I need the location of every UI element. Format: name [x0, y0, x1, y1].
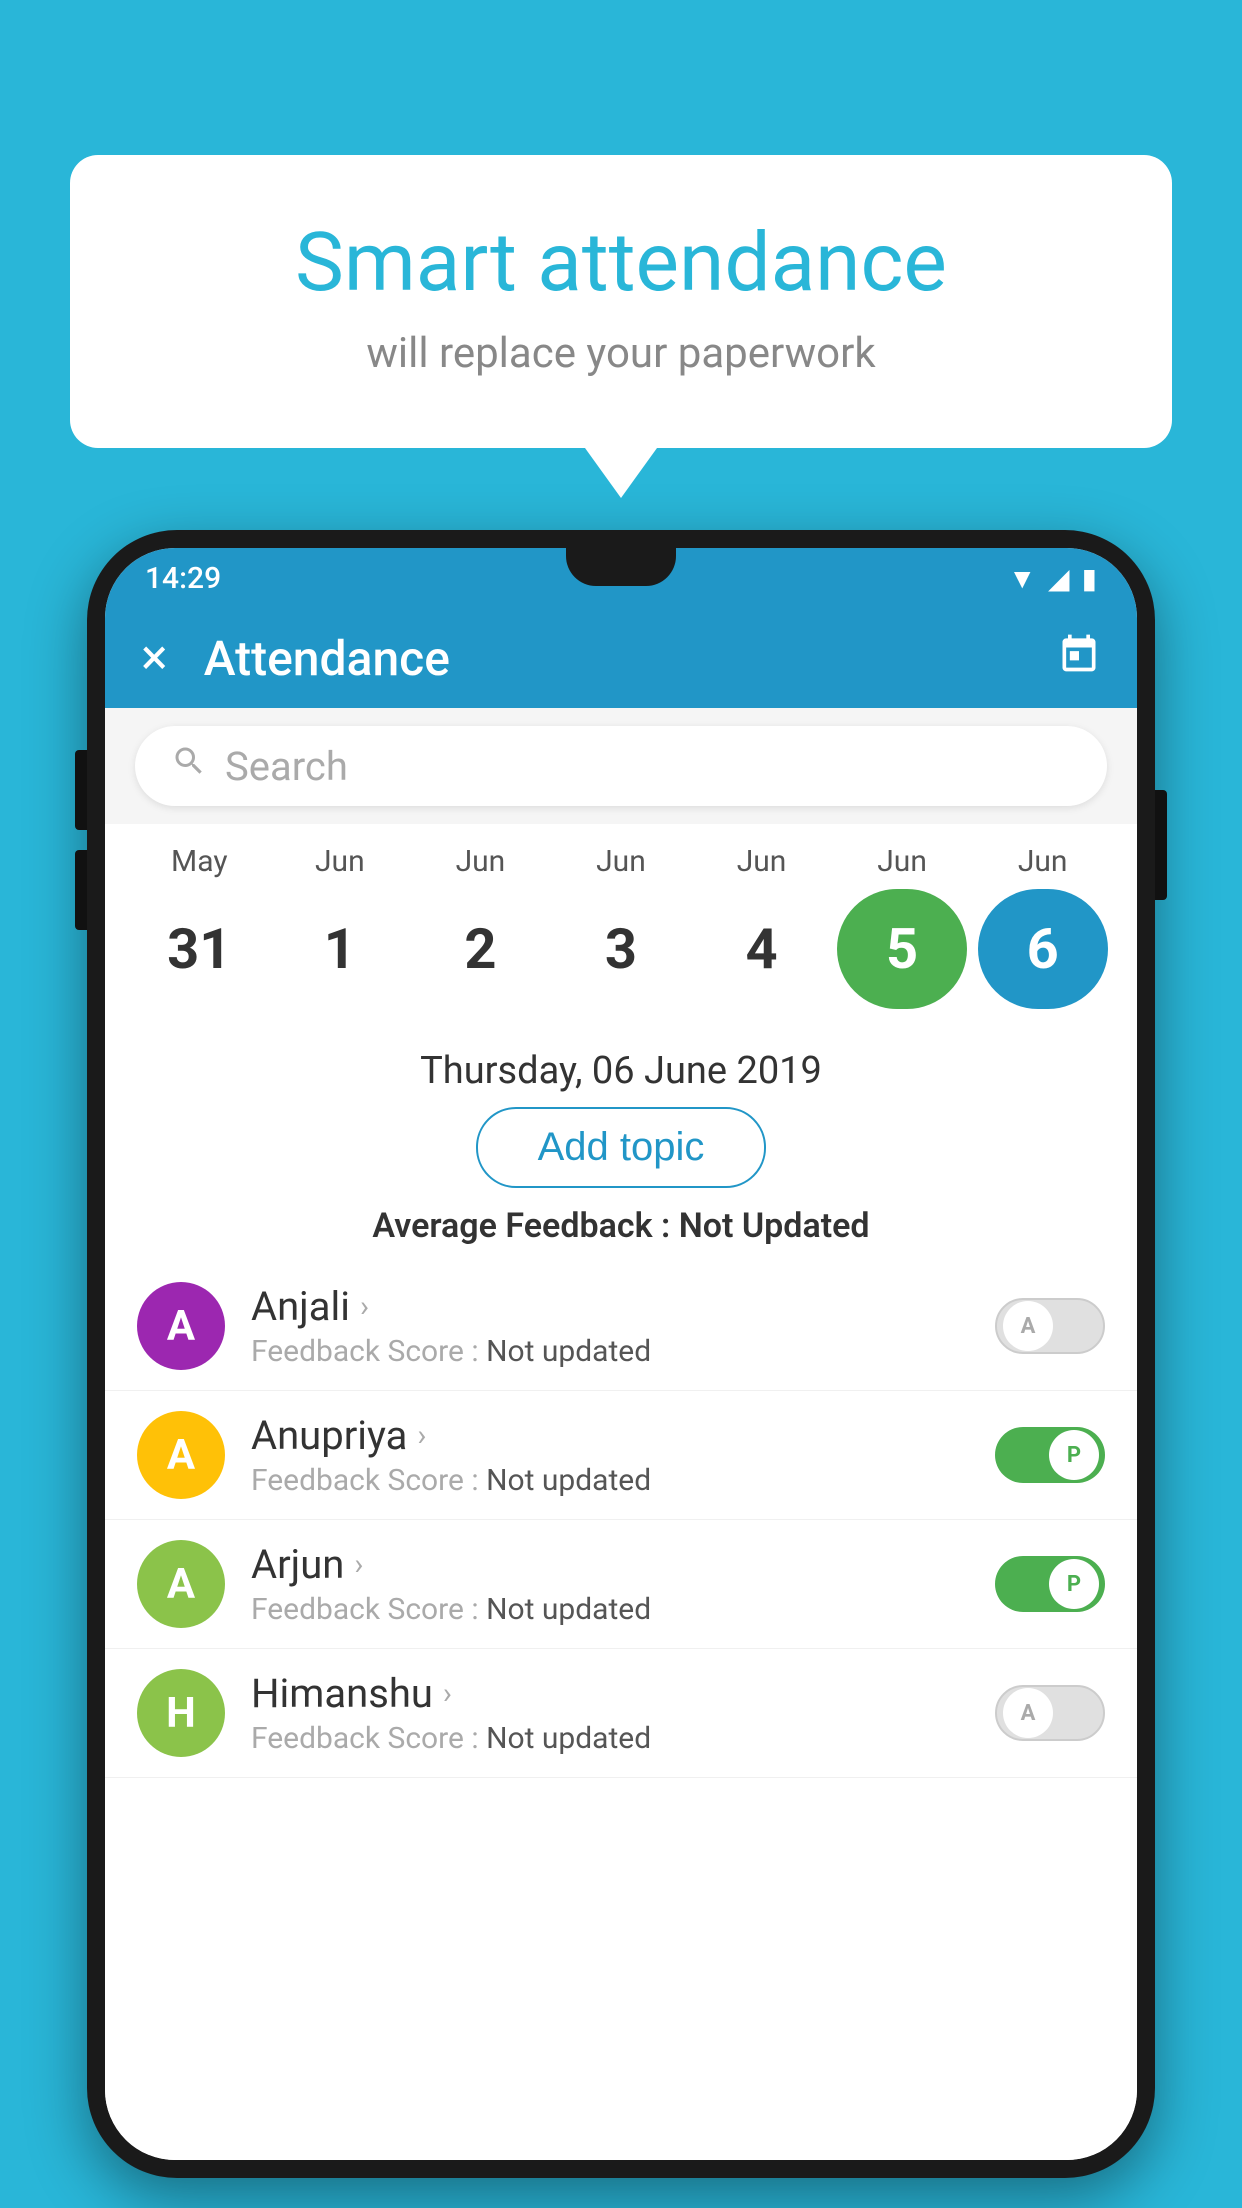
month-0: May [134, 844, 264, 879]
speech-bubble-pointer [585, 448, 657, 498]
calendar-day-5[interactable]: 5 [837, 889, 967, 1009]
calendar-days: 31 1 2 3 4 5 6 [129, 889, 1113, 1009]
add-topic-button[interactable]: Add topic [476, 1107, 767, 1188]
student-name-anjali: Anjali › [251, 1283, 969, 1330]
student-item-anjali[interactable]: A Anjali › Feedback Score : Not updated [105, 1262, 1137, 1391]
content-area: Thursday, 06 June 2019 Add topic Average… [105, 1027, 1137, 2160]
toggle-knob-anupriya: P [1049, 1430, 1099, 1480]
student-info-anupriya: Anupriya › Feedback Score : Not updated [251, 1412, 969, 1498]
toggle-knob-anjali: A [1003, 1301, 1053, 1351]
avg-feedback-label: Average Feedback : [372, 1206, 670, 1246]
volume-up-button [75, 750, 87, 830]
student-info-anjali: Anjali › Feedback Score : Not updated [251, 1283, 969, 1369]
attendance-toggle-arjun[interactable]: P [995, 1556, 1105, 1612]
toggle-knob-himanshu: A [1003, 1688, 1053, 1738]
student-feedback-anupriya: Feedback Score : Not updated [251, 1463, 969, 1498]
student-name-himanshu: Himanshu › [251, 1670, 969, 1717]
student-feedback-anjali: Feedback Score : Not updated [251, 1334, 969, 1369]
student-item-arjun[interactable]: A Arjun › Feedback Score : Not updated [105, 1520, 1137, 1649]
student-avatar-himanshu: H [137, 1669, 225, 1757]
student-item-himanshu[interactable]: H Himanshu › Feedback Score : Not update… [105, 1649, 1137, 1778]
calendar-day-4[interactable]: 4 [697, 889, 827, 1009]
student-item-anupriya[interactable]: A Anupriya › Feedback Score : Not update… [105, 1391, 1137, 1520]
avg-feedback-value: Not Updated [679, 1206, 870, 1246]
phone-outer: 14:29 ▼ ◢ ▮ × Attendance [87, 530, 1155, 2178]
student-feedback-himanshu: Feedback Score : Not updated [251, 1721, 969, 1756]
calendar-day-2[interactable]: 2 [415, 889, 545, 1009]
month-2: Jun [415, 844, 545, 879]
status-icons: ▼ ◢ ▮ [1008, 562, 1097, 595]
search-input[interactable]: Search [225, 743, 348, 790]
speech-bubble-section: Smart attendance will replace your paper… [70, 155, 1172, 498]
student-feedback-arjun: Feedback Score : Not updated [251, 1592, 969, 1627]
phone-screen: 14:29 ▼ ◢ ▮ × Attendance [105, 548, 1137, 2160]
speech-bubble-subtitle: will replace your paperwork [150, 329, 1092, 378]
calendar-icon[interactable] [1057, 631, 1101, 686]
student-name-arjun: Arjun › [251, 1541, 969, 1588]
calendar-months: May Jun Jun Jun Jun Jun Jun [129, 844, 1113, 879]
student-info-arjun: Arjun › Feedback Score : Not updated [251, 1541, 969, 1627]
search-bar[interactable]: Search [135, 726, 1107, 806]
month-6: Jun [978, 844, 1108, 879]
student-info-himanshu: Himanshu › Feedback Score : Not updated [251, 1670, 969, 1756]
chevron-icon-himanshu: › [443, 1676, 452, 1711]
avg-feedback: Average Feedback : Not Updated [105, 1206, 1137, 1246]
chevron-icon-anupriya: › [417, 1418, 426, 1453]
student-list: A Anjali › Feedback Score : Not updated [105, 1262, 1137, 2160]
month-5: Jun [837, 844, 967, 879]
month-1: Jun [275, 844, 405, 879]
student-avatar-anupriya: A [137, 1411, 225, 1499]
battery-icon: ▮ [1082, 562, 1097, 595]
student-avatar-anjali: A [137, 1282, 225, 1370]
search-icon [171, 743, 207, 789]
search-bar-container: Search [105, 708, 1137, 824]
close-button[interactable]: × [141, 629, 168, 687]
attendance-toggle-himanshu[interactable]: A [995, 1685, 1105, 1741]
attendance-toggle-anupriya[interactable]: P [995, 1427, 1105, 1483]
signal-icon: ◢ [1048, 562, 1070, 595]
speech-bubble-title: Smart attendance [150, 215, 1092, 311]
student-avatar-arjun: A [137, 1540, 225, 1628]
attendance-toggle-anjali[interactable]: A [995, 1298, 1105, 1354]
calendar-strip: May Jun Jun Jun Jun Jun Jun 31 1 2 3 4 5… [105, 824, 1137, 1027]
phone-notch [566, 548, 676, 586]
power-button [1155, 790, 1167, 900]
wifi-icon: ▼ [1008, 562, 1036, 595]
calendar-day-31[interactable]: 31 [134, 889, 264, 1009]
chevron-icon-anjali: › [360, 1289, 369, 1324]
status-time: 14:29 [145, 561, 221, 596]
student-name-anupriya: Anupriya › [251, 1412, 969, 1459]
calendar-day-1[interactable]: 1 [275, 889, 405, 1009]
month-4: Jun [697, 844, 827, 879]
month-3: Jun [556, 844, 686, 879]
app-bar: × Attendance [105, 608, 1137, 708]
toggle-knob-arjun: P [1049, 1559, 1099, 1609]
phone-mockup: 14:29 ▼ ◢ ▮ × Attendance [87, 530, 1155, 2178]
calendar-day-3[interactable]: 3 [556, 889, 686, 1009]
app-bar-title: Attendance [204, 630, 1057, 687]
selected-date: Thursday, 06 June 2019 [105, 1027, 1137, 1107]
calendar-day-6[interactable]: 6 [978, 889, 1108, 1009]
chevron-icon-arjun: › [354, 1547, 363, 1582]
volume-down-button [75, 850, 87, 930]
speech-bubble: Smart attendance will replace your paper… [70, 155, 1172, 448]
